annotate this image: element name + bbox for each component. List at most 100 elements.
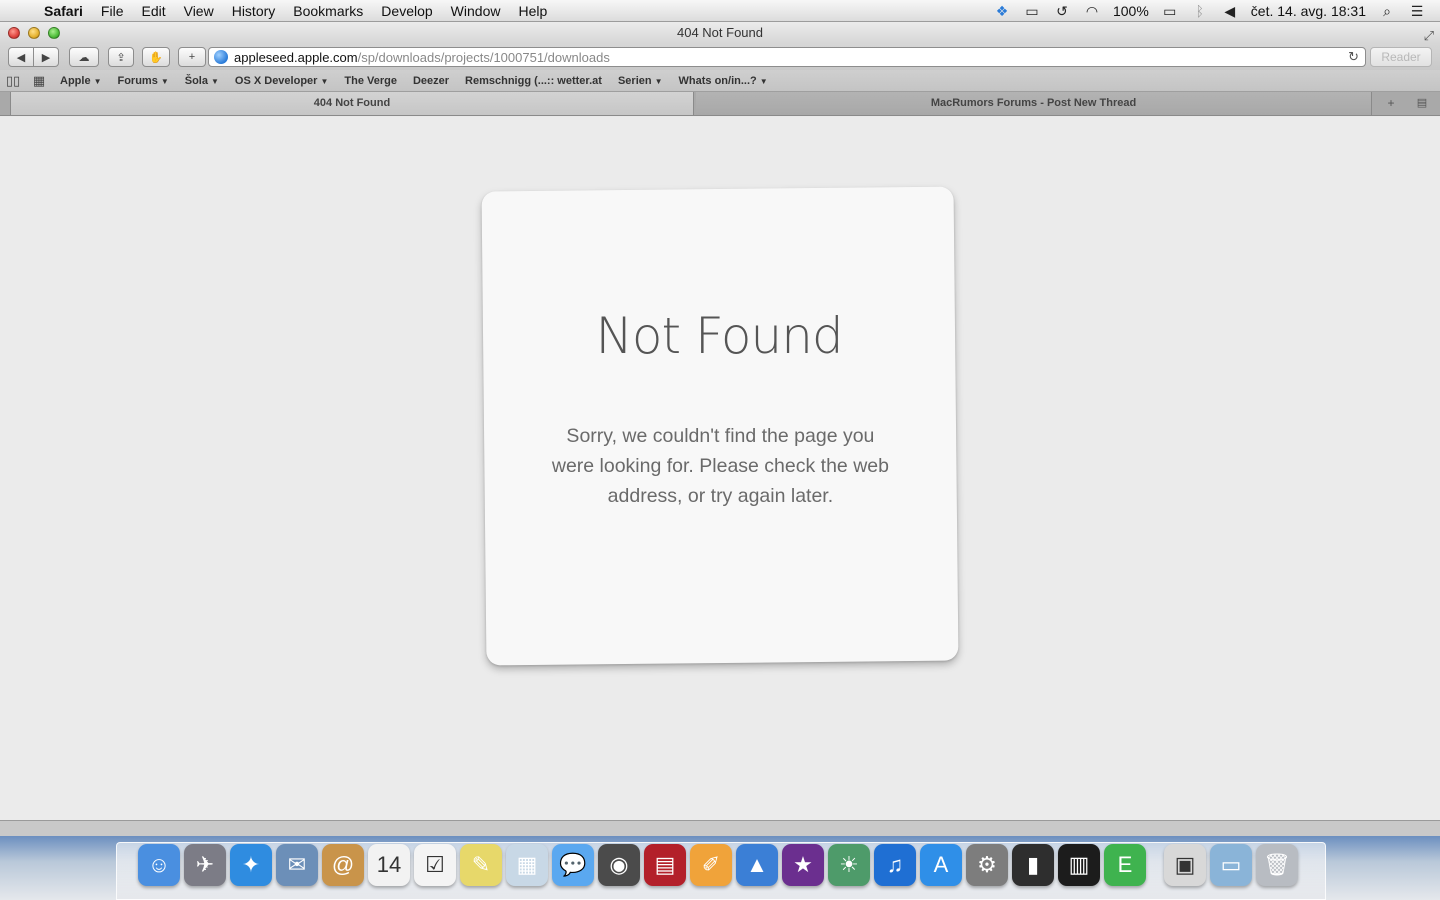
itunes-icon[interactable]: ♫ xyxy=(874,844,916,886)
messages-icon[interactable]: 💬 xyxy=(552,844,594,886)
error-card: Not Found Sorry, we couldn't find the pa… xyxy=(481,186,959,666)
dropbox-icon[interactable]: ❖ xyxy=(987,0,1017,22)
menu-view[interactable]: View xyxy=(175,0,223,22)
back-arrow-icon: ◀ xyxy=(16,51,26,64)
minimize-window-button[interactable] xyxy=(28,27,40,39)
iphoto-icon[interactable]: ☀ xyxy=(828,844,870,886)
cloud-icon: ☁ xyxy=(78,51,90,64)
share-button[interactable]: ⇪ xyxy=(108,47,134,67)
bookmarks-bar: ▯▯ ▦ Apple ▼ Forums ▼ Šola ▼ OS X Developer… xyxy=(0,70,1440,92)
wifi-icon[interactable]: ◠ xyxy=(1077,0,1107,22)
spotlight-icon[interactable]: ⌕ xyxy=(1372,0,1402,22)
dock-icons: ☺ ✈ ✦ ✉ @14 ☑ ✎ ▦ 💬 ◉ ▤ ✐ ▲ ★ ☀ ♫ A ⚙ ▮ ▥ E ▣ ▭ 🗑 xyxy=(138,844,1298,886)
appstore-icon[interactable]: A xyxy=(920,844,962,886)
bookmark-apple[interactable]: Apple ▼ xyxy=(52,75,109,87)
bookmark-the-verge[interactable]: The Verge xyxy=(336,75,405,87)
plus-icon: + xyxy=(188,51,196,63)
bookmark-osx-developer[interactable]: OS X Developer ▼ xyxy=(227,75,336,87)
trash-icon[interactable]: 🗑 xyxy=(1256,844,1298,886)
facetime-icon[interactable]: ◉ xyxy=(598,844,640,886)
caret-down-icon: ▼ xyxy=(654,76,663,86)
system-preferences-icon[interactable]: ⚙ xyxy=(966,844,1008,886)
pages-icon[interactable]: ✐ xyxy=(690,844,732,886)
imovie-icon[interactable]: ★ xyxy=(782,844,824,886)
elephant-icon: ✋ xyxy=(149,51,163,64)
caret-down-icon: ▼ xyxy=(160,76,169,86)
bookmark-deezer[interactable]: Deezer xyxy=(405,75,457,87)
icloud-tabs-button[interactable]: ☁ xyxy=(69,47,99,67)
bookmark-label: Whats on/in...? xyxy=(678,74,757,87)
menu-bookmarks[interactable]: Bookmarks xyxy=(284,0,372,22)
reload-icon[interactable]: ↻ xyxy=(1348,49,1359,65)
menu-edit[interactable]: Edit xyxy=(132,0,174,22)
downloads-folder-icon[interactable]: ▭ xyxy=(1210,844,1252,886)
bookmark-label: Serien xyxy=(617,74,652,87)
battery-percentage[interactable]: 100% xyxy=(1107,0,1155,22)
address-bar[interactable]: appleseed.apple.com/sp/downloads/project… xyxy=(208,47,1366,67)
mail-icon[interactable]: ✉ xyxy=(276,844,318,886)
tab-404-not-found[interactable]: 404 Not Found xyxy=(10,92,694,115)
forward-arrow-icon: ▶ xyxy=(41,51,51,64)
bluetooth-icon[interactable]: ᛒ xyxy=(1185,0,1215,22)
keynote-icon[interactable]: ▲ xyxy=(736,844,778,886)
top-sites-icon[interactable]: ▦ xyxy=(26,73,52,89)
bookmark-forums[interactable]: Forums ▼ xyxy=(109,75,176,87)
forward-button[interactable]: ▶ xyxy=(33,47,59,67)
menu-file[interactable]: File xyxy=(92,0,133,22)
notes-icon[interactable]: ✎ xyxy=(460,844,502,886)
caret-down-icon: ▼ xyxy=(320,76,329,86)
menu-window[interactable]: Window xyxy=(442,0,510,22)
evernote-icon[interactable]: E xyxy=(1104,844,1146,886)
bookmark-label: Remschnigg (...:: wetter.at xyxy=(465,74,602,87)
menu-app-safari[interactable]: Safari xyxy=(40,0,92,22)
reading-list-icon[interactable]: ▯▯ xyxy=(0,73,26,89)
reminders-icon[interactable]: ☑ xyxy=(414,844,456,886)
reader-button[interactable]: Reader xyxy=(1370,47,1432,67)
photos-folder-icon[interactable]: ▣ xyxy=(1164,844,1206,886)
calendar-icon[interactable]: 14 xyxy=(368,844,410,886)
bookmark-label: Forums xyxy=(117,74,158,87)
menu-develop[interactable]: Develop xyxy=(372,0,441,22)
bookmark-serien[interactable]: Serien ▼ xyxy=(610,75,671,87)
battery-icon[interactable]: ▭ xyxy=(1155,0,1185,22)
time-machine-icon[interactable]: ↺ xyxy=(1047,0,1077,22)
caret-down-icon: ▼ xyxy=(93,76,102,86)
show-all-tabs-button[interactable]: ▤ xyxy=(1408,95,1436,112)
battery-monitor-icon[interactable]: ▮ xyxy=(1012,844,1054,886)
status-bar xyxy=(0,820,1440,836)
caret-down-icon: ▼ xyxy=(210,76,219,86)
menu-help[interactable]: Help xyxy=(509,0,556,22)
dock-separator xyxy=(1150,844,1160,886)
url-path: /sp/downloads/projects/1000751/downloads xyxy=(357,49,610,65)
clock[interactable]: čet. 14. avg. 18:31 xyxy=(1245,0,1372,22)
caret-down-icon: ▼ xyxy=(759,76,768,86)
volume-icon[interactable]: ◀ xyxy=(1215,0,1245,22)
safari-icon[interactable]: ✦ xyxy=(230,844,272,886)
notification-center-icon[interactable]: ☰ xyxy=(1402,0,1432,22)
tab-macrumors[interactable]: MacRumors Forums - Post New Thread xyxy=(696,92,1372,115)
bookmark-sola[interactable]: Šola ▼ xyxy=(177,75,227,87)
airplay-icon[interactable]: ▭ xyxy=(1017,0,1047,22)
bookmark-wetter[interactable]: Remschnigg (...:: wetter.at xyxy=(457,75,610,87)
preview-icon[interactable]: ▦ xyxy=(506,844,548,886)
close-window-button[interactable] xyxy=(8,27,20,39)
contacts-icon[interactable]: @ xyxy=(322,844,364,886)
add-bookmark-button[interactable]: + xyxy=(178,47,206,67)
zoom-window-button[interactable] xyxy=(48,27,60,39)
menu-bar: Safari File Edit View History Bookmarks … xyxy=(0,0,1440,22)
finder-icon[interactable]: ☺ xyxy=(138,844,180,886)
back-button[interactable]: ◀ xyxy=(8,47,34,67)
bookmark-label: The Verge xyxy=(344,74,397,87)
window-titlebar: 404 Not Found ⤢ xyxy=(0,22,1440,44)
evernote-clip-button[interactable]: ✋ xyxy=(142,47,170,67)
deezer-icon[interactable]: ▥ xyxy=(1058,844,1100,886)
launchpad-icon[interactable]: ✈ xyxy=(184,844,226,886)
bookmark-whats-on[interactable]: Whats on/in...? ▼ xyxy=(671,75,776,87)
error-message: Sorry, we couldn't find the page you wer… xyxy=(551,424,889,507)
new-tab-button[interactable]: + xyxy=(1378,95,1404,112)
photobooth-icon[interactable]: ▤ xyxy=(644,844,686,886)
share-icon: ⇪ xyxy=(116,51,126,64)
tab-bar: 404 Not Found MacRumors Forums - Post Ne… xyxy=(0,92,1440,116)
menu-history[interactable]: History xyxy=(223,0,285,22)
page-content: Not Found Sorry, we couldn't find the pa… xyxy=(0,117,1440,820)
